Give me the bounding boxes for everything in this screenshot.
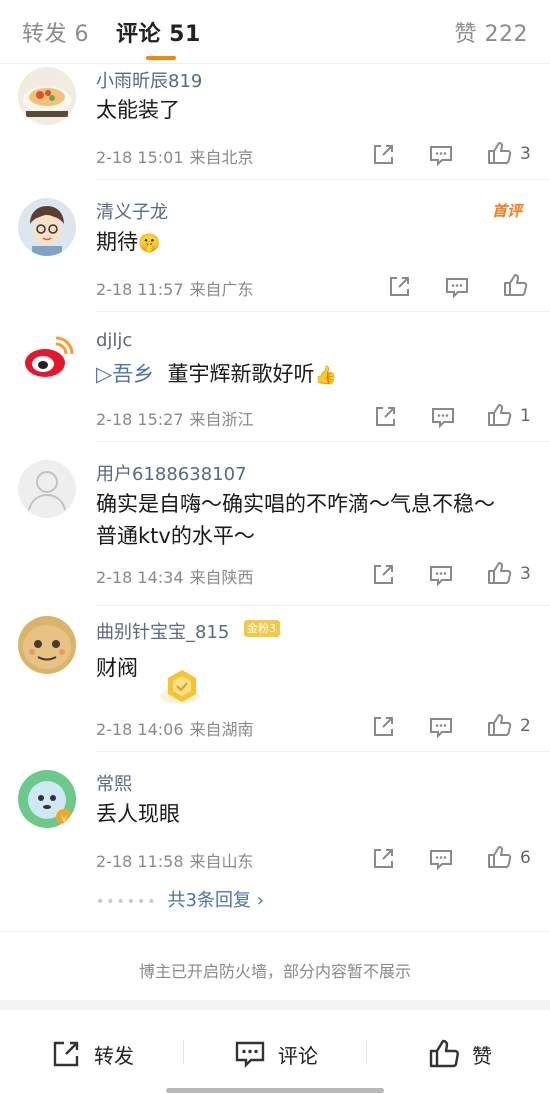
comment-item: 清义子龙 首评 期待🤫 2-18 11:57 来自广东 <box>0 180 550 312</box>
comment-icon[interactable] <box>428 714 454 740</box>
comment-item: djljc ▷吾乡 董宇辉新歌好听👍 2-18 15:27 来自浙江 1 <box>0 312 550 442</box>
first-comment-badge: 首评 <box>491 202 522 220</box>
comment-item: 小雨昕辰819 太能装了 2-18 15:01 来自北京 3 <box>0 64 550 180</box>
comment-meta: 2-18 15:27 来自浙江 <box>96 406 254 430</box>
repost-icon <box>53 1041 79 1067</box>
comment-item: 曲别针宝宝_815 金粉3 财阀 2-18 14:06 来自湖南 2 <box>0 606 550 752</box>
location: 来自广东 <box>189 280 254 299</box>
comment-icon[interactable] <box>428 562 454 588</box>
share-icon[interactable] <box>370 846 396 872</box>
share-icon[interactable] <box>370 142 396 168</box>
avatar[interactable] <box>18 198 76 256</box>
thumbs-up-emoji: 👍 <box>314 365 337 386</box>
location: 来自浙江 <box>189 410 254 429</box>
timestamp: 2-18 14:34 <box>96 568 184 587</box>
location: 来自山东 <box>189 852 254 871</box>
reply-dots: •••••• <box>96 894 158 910</box>
svg-text:v: v <box>61 813 67 824</box>
timestamp: 2-18 15:01 <box>96 148 184 167</box>
timestamp: 2-18 11:57 <box>96 280 184 299</box>
share-icon[interactable] <box>370 562 396 588</box>
comment-item: v 常熙 丢人现眼 2-18 11:58 来自山东 6 •••••• 共3条回复 › <box>0 752 550 932</box>
like-label: 赞 <box>472 1043 492 1068</box>
divider <box>183 1040 184 1064</box>
timestamp: 2-18 14:06 <box>96 720 184 739</box>
like-count: 2 <box>520 716 531 736</box>
gold-sticker-icon <box>160 666 204 706</box>
comment-icon[interactable] <box>428 142 454 168</box>
fan-badge: 金粉3 <box>244 620 280 637</box>
avatar[interactable]: v <box>18 770 76 828</box>
comment-meta: 2-18 11:57 来自广东 <box>96 276 254 300</box>
comment-text: 财阀 <box>96 656 138 680</box>
location: 来自陕西 <box>189 568 254 587</box>
username[interactable]: djljc <box>96 330 132 351</box>
like-icon[interactable] <box>502 272 528 298</box>
comment-text: 太能装了 <box>96 98 180 122</box>
like-count: 3 <box>520 564 531 584</box>
comment-icon <box>235 1041 265 1068</box>
bottom-action-bar: 转发 评论 赞 <box>0 1010 550 1094</box>
timestamp: 2-18 11:58 <box>96 852 184 871</box>
avatar[interactable] <box>18 67 76 125</box>
like-icon[interactable] <box>486 844 512 870</box>
tab-comments[interactable]: 评论 51 <box>116 16 201 48</box>
avatar[interactable] <box>18 460 76 518</box>
like-count: 6 <box>520 848 531 868</box>
like-icon[interactable] <box>486 560 512 586</box>
view-replies-link[interactable]: •••••• 共3条回复 › <box>96 886 264 912</box>
repost-button[interactable]: 转发 <box>50 1038 134 1070</box>
username[interactable]: 清义子龙 <box>96 198 168 224</box>
firewall-notice: 博主已开启防火墙，部分内容暂不展示 <box>138 962 411 981</box>
username[interactable]: 曲别针宝宝_815 <box>96 618 229 644</box>
comment-icon[interactable] <box>430 404 456 430</box>
comment-icon[interactable] <box>428 846 454 872</box>
like-icon[interactable] <box>486 140 512 166</box>
comment-meta: 2-18 11:58 来自山东 <box>96 848 254 872</box>
comment-label: 评论 <box>278 1043 318 1068</box>
timestamp: 2-18 15:27 <box>96 410 184 429</box>
shush-emoji: 🤫 <box>138 233 161 254</box>
like-icon[interactable] <box>486 402 512 428</box>
comment-text: ▷吾乡 董宇辉新歌好听👍 <box>96 362 337 386</box>
comment-text: 期待🤫 <box>96 230 161 254</box>
divider <box>366 1040 367 1064</box>
comment-text: 丢人现眼 <box>96 802 180 826</box>
username[interactable]: 小雨昕辰819 <box>96 67 202 93</box>
avatar[interactable] <box>18 328 76 386</box>
comment-icon[interactable] <box>444 274 470 300</box>
like-count: 3 <box>520 144 531 164</box>
comment-meta: 2-18 15:01 来自北京 <box>96 144 254 168</box>
tab-repost[interactable]: 转发 6 <box>22 16 89 48</box>
comment-meta: 2-18 14:06 来自湖南 <box>96 716 254 740</box>
comment-tabs: 转发 6 评论 51 赞 222 <box>0 0 550 64</box>
tab-likes[interactable]: 赞 222 <box>455 16 529 48</box>
section-gap <box>0 1000 550 1010</box>
share-icon[interactable] <box>386 274 412 300</box>
home-indicator[interactable] <box>166 1088 384 1093</box>
divider <box>0 931 550 932</box>
share-icon[interactable] <box>370 714 396 740</box>
like-button[interactable]: 赞 <box>428 1038 492 1070</box>
like-icon[interactable] <box>486 712 512 738</box>
username[interactable]: 用户6188638107 <box>96 460 247 486</box>
active-tab-indicator <box>146 56 176 60</box>
comment-item: 用户6188638107 确实是自嗨～确实唱的不咋滴～气息不稳～普通ktv的水平… <box>0 442 550 606</box>
location: 来自北京 <box>189 148 254 167</box>
username[interactable]: 常熙 <box>96 770 132 796</box>
comment-meta: 2-18 14:34 来自陕西 <box>96 564 254 588</box>
comment-button[interactable]: 评论 <box>234 1038 318 1070</box>
like-count: 1 <box>520 406 531 426</box>
like-icon <box>429 1039 459 1068</box>
avatar[interactable] <box>18 616 76 674</box>
music-topic-link[interactable]: ▷吾乡 <box>96 362 154 386</box>
share-icon[interactable] <box>372 404 398 430</box>
repost-label: 转发 <box>94 1043 134 1068</box>
location: 来自湖南 <box>189 720 254 739</box>
comment-text: 确实是自嗨～确实唱的不咋滴～气息不稳～普通ktv的水平～ <box>96 492 495 548</box>
